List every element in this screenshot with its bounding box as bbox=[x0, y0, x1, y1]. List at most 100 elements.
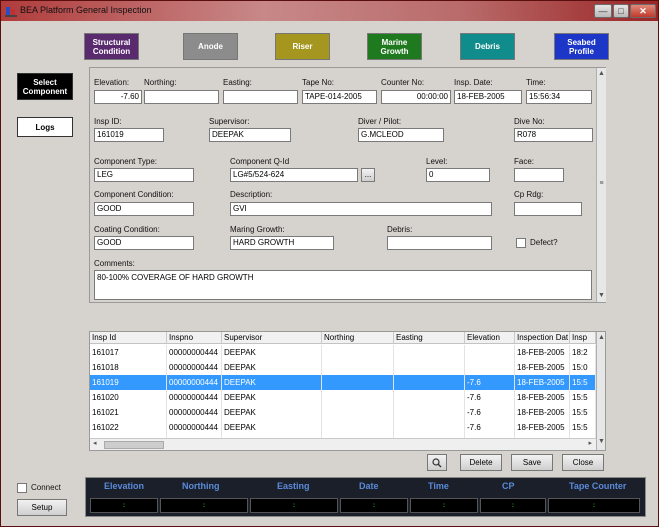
elevation-field[interactable]: -7.60 bbox=[94, 90, 142, 104]
insp-date-field[interactable]: 18-FEB-2005 bbox=[454, 90, 522, 104]
status-value-time: : bbox=[410, 498, 478, 513]
table-cell: 15:0 bbox=[570, 360, 596, 375]
table-cell: 00000000444 bbox=[167, 420, 222, 435]
seabed-profile-button[interactable]: Seabed Profile bbox=[554, 33, 609, 60]
logs-label: Logs bbox=[35, 122, 55, 132]
coating-condition-field[interactable]: GOOD bbox=[94, 236, 194, 250]
description-field[interactable]: GVI bbox=[230, 202, 492, 216]
northing-field[interactable] bbox=[144, 90, 219, 104]
setup-button[interactable]: Setup bbox=[17, 499, 67, 516]
insp-id-field[interactable]: 161019 bbox=[94, 128, 164, 142]
tape-field[interactable]: TAPE-014-2005 bbox=[302, 90, 377, 104]
component-type-field[interactable]: LEG bbox=[94, 168, 194, 182]
delete-button[interactable]: Delete bbox=[460, 454, 502, 471]
marine-growth-field[interactable]: HARD GROWTH bbox=[230, 236, 334, 250]
diver-field[interactable]: G.MCLEOD bbox=[358, 128, 444, 142]
comments-label: Comments: bbox=[94, 259, 135, 268]
supervisor-field[interactable]: DEEPAK bbox=[209, 128, 291, 142]
riser-button[interactable]: Riser bbox=[275, 33, 330, 60]
table-cell: 18:2 bbox=[570, 345, 596, 360]
column-header[interactable]: Supervisor bbox=[222, 332, 322, 344]
table-row[interactable]: 161019 00000000444 DEEPAK -7.6 18-FEB-2005 15… bbox=[90, 375, 596, 390]
scroll-right-icon[interactable]: ▸ bbox=[588, 439, 592, 447]
table-cell: DEEPAK bbox=[222, 390, 322, 405]
table-row[interactable]: 161020 00000000444 DEEPAK -7.6 18-FEB-2005 15… bbox=[90, 390, 596, 405]
anode-button[interactable]: Anode bbox=[183, 33, 238, 60]
component-qid-label: Component Q-Id bbox=[230, 157, 290, 166]
scroll-grip-icon: ≡ bbox=[599, 180, 604, 187]
status-header-northing: Northing bbox=[182, 481, 220, 491]
debris-field[interactable] bbox=[387, 236, 492, 250]
table-row[interactable]: 161018 00000000444 DEEPAK 18-FEB-2005 15:0 bbox=[90, 360, 596, 375]
defect-checkbox[interactable] bbox=[516, 238, 526, 248]
status-header-time: Time bbox=[428, 481, 449, 491]
table-cell: 161020 bbox=[90, 390, 167, 405]
select-component-button[interactable]: Select Component bbox=[17, 73, 73, 100]
horizontal-scroll-thumb[interactable] bbox=[104, 441, 164, 449]
table-cell bbox=[322, 420, 394, 435]
structural-condition-button[interactable]: Structural Condition bbox=[84, 33, 139, 60]
diver-label: Diver / Pilot: bbox=[358, 117, 402, 126]
table-header: Insp Id Inspno Supervisor Northing Easti… bbox=[90, 332, 596, 344]
save-button[interactable]: Save bbox=[511, 454, 553, 471]
status-header-tape-counter: Tape Counter bbox=[569, 481, 627, 491]
level-field[interactable]: 0 bbox=[426, 168, 490, 182]
comments-field[interactable]: 80-100% COVERAGE OF HARD GROWTH bbox=[94, 270, 592, 300]
logs-button[interactable]: Logs bbox=[17, 117, 73, 137]
inspection-table: Insp Id Inspno Supervisor Northing Easti… bbox=[89, 331, 606, 451]
column-header[interactable]: Elevation bbox=[465, 332, 515, 344]
tape-label: Tape No: bbox=[302, 78, 335, 87]
insp-id-label: Insp ID: bbox=[94, 117, 122, 126]
anode-label: Anode bbox=[198, 42, 223, 51]
debris-button[interactable]: Debris bbox=[460, 33, 515, 60]
app-window: BEA Platform General Inspection — □ ✕ St… bbox=[0, 0, 659, 527]
table-cell: 00000000444 bbox=[167, 345, 222, 360]
table-cell: 15:5 bbox=[570, 420, 596, 435]
table-scroll-up-icon[interactable]: ▲ bbox=[597, 332, 605, 344]
column-header[interactable]: Insp Id bbox=[90, 332, 167, 344]
table-horizontal-scrollbar[interactable]: ◂ ▸ bbox=[90, 438, 596, 450]
search-button[interactable] bbox=[427, 454, 447, 471]
marine-growth-button[interactable]: Marine Growth bbox=[367, 33, 422, 60]
table-vertical-scrollbar[interactable]: ▲ ▼ bbox=[596, 332, 605, 450]
face-field[interactable] bbox=[514, 168, 564, 182]
scroll-up-icon[interactable]: ▲ bbox=[597, 68, 606, 80]
close-button[interactable]: Close bbox=[562, 454, 604, 471]
counter-field[interactable]: 00:00:00 bbox=[381, 90, 451, 104]
table-row[interactable]: 161017 00000000444 DEEPAK 18-FEB-2005 18:2 bbox=[90, 345, 596, 360]
table-cell: 18-FEB-2005 bbox=[515, 375, 570, 390]
connect-checkbox[interactable] bbox=[17, 483, 27, 493]
table-cell bbox=[394, 420, 465, 435]
column-header[interactable]: Northing bbox=[322, 332, 394, 344]
table-row[interactable]: 161022 00000000444 DEEPAK -7.6 18-FEB-2005 15… bbox=[90, 420, 596, 435]
table-row[interactable]: 161021 00000000444 DEEPAK -7.6 18-FEB-2005 15… bbox=[90, 405, 596, 420]
column-header[interactable]: Inspno bbox=[167, 332, 222, 344]
component-qid-field[interactable]: LG#5/524-624 bbox=[230, 168, 358, 182]
maximize-button[interactable]: □ bbox=[613, 4, 629, 18]
table-cell bbox=[394, 405, 465, 420]
table-cell: 18-FEB-2005 bbox=[515, 420, 570, 435]
time-field[interactable]: 15:56:34 bbox=[526, 90, 592, 104]
table-cell: DEEPAK bbox=[222, 375, 322, 390]
form-scrollbar[interactable]: ▲ ≡ ▼ bbox=[596, 68, 606, 302]
table-cell bbox=[394, 360, 465, 375]
table-scroll-down-icon[interactable]: ▼ bbox=[597, 436, 605, 448]
close-window-button[interactable]: ✕ bbox=[630, 4, 656, 18]
component-condition-field[interactable]: GOOD bbox=[94, 202, 194, 216]
dive-no-field[interactable]: R078 bbox=[514, 128, 593, 142]
cp-rdg-field[interactable] bbox=[514, 202, 582, 216]
status-value-northing: : bbox=[160, 498, 248, 513]
status-value-date: : bbox=[340, 498, 408, 513]
table-cell bbox=[322, 375, 394, 390]
table-cell bbox=[322, 345, 394, 360]
time-label: Time: bbox=[526, 78, 546, 87]
minimize-button[interactable]: — bbox=[594, 4, 612, 18]
column-header[interactable]: Insp bbox=[570, 332, 596, 344]
counter-label: Counter No: bbox=[381, 78, 425, 87]
component-lookup-button[interactable]: ... bbox=[361, 168, 375, 182]
scroll-down-icon[interactable]: ▼ bbox=[597, 290, 606, 302]
column-header[interactable]: Inspection Dat bbox=[515, 332, 570, 344]
easting-field[interactable] bbox=[223, 90, 298, 104]
column-header[interactable]: Easting bbox=[394, 332, 465, 344]
scroll-left-icon[interactable]: ◂ bbox=[93, 439, 97, 447]
